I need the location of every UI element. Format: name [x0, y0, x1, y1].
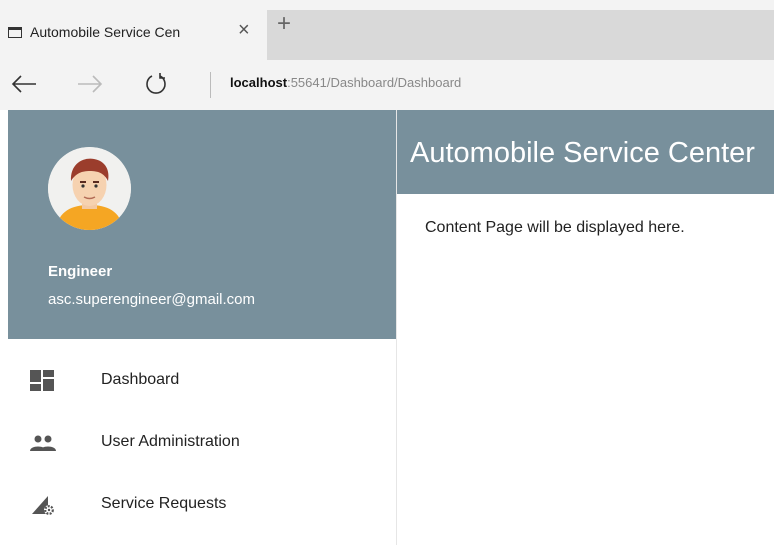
arrow-left-icon — [11, 75, 36, 93]
window-icon — [8, 27, 22, 38]
user-avatar-icon — [48, 147, 131, 230]
address-host: localhost — [230, 75, 288, 90]
sidebar-item-dashboard[interactable]: Dashboard — [0, 351, 396, 409]
close-tab-icon[interactable]: × — [238, 20, 250, 40]
browser-tab[interactable]: Automobile Service Cen × — [0, 10, 267, 60]
avatar — [48, 147, 131, 230]
address-separator — [210, 72, 211, 98]
page-title: Automobile Service Center — [410, 137, 755, 169]
browser-nav-bar: localhost:55641/Dashboard/Dashboard — [0, 60, 774, 110]
dashboard-icon — [30, 370, 54, 391]
app-header: Automobile Service Center — [397, 110, 774, 194]
address-bar[interactable]: localhost:55641/Dashboard/Dashboard — [230, 75, 461, 90]
address-path: :55641/Dashboard/Dashboard — [287, 75, 462, 90]
user-name: Engineer — [48, 263, 113, 280]
service-requests-icon — [32, 496, 54, 515]
browser-tab-bar: Automobile Service Cen × + — [0, 0, 774, 60]
forward-button[interactable] — [74, 68, 106, 100]
content-placeholder: Content Page will be displayed here. — [425, 219, 685, 236]
user-email: asc.superengineer@gmail.com — [48, 291, 255, 308]
sidebar-item-label: User Administration — [101, 433, 240, 450]
sidebar-item-label: Service Requests — [101, 495, 227, 512]
sidebar-item-user-administration[interactable]: User Administration — [0, 413, 396, 471]
refresh-icon — [146, 73, 166, 94]
sidebar-item-label: Dashboard — [101, 371, 180, 388]
users-icon — [30, 435, 56, 451]
refresh-button[interactable] — [140, 68, 172, 100]
new-tab-button[interactable]: + — [277, 12, 291, 36]
arrow-right-icon — [78, 75, 103, 93]
back-button[interactable] — [8, 68, 40, 100]
sidebar-user-panel: Engineer asc.superengineer@gmail.com — [8, 110, 396, 339]
tab-title: Automobile Service Cen — [30, 24, 181, 40]
sidebar-item-service-requests[interactable]: Service Requests — [0, 475, 396, 533]
